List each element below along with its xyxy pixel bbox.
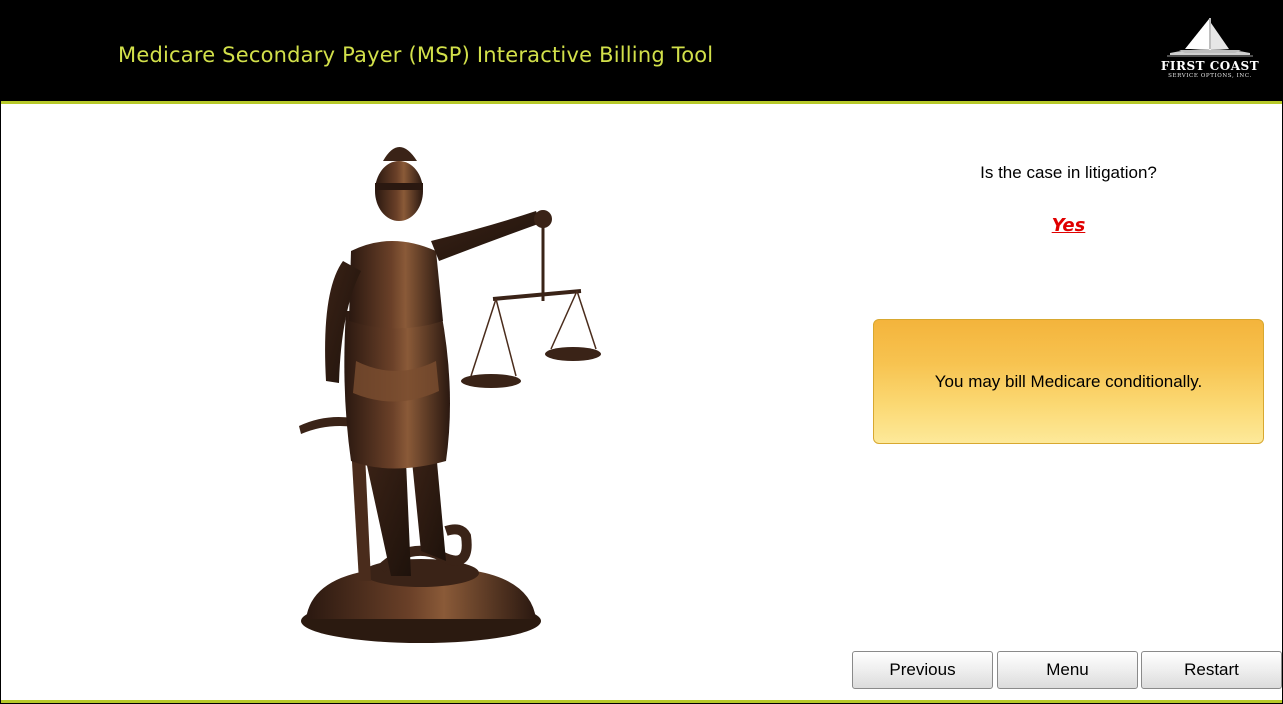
- page-title: Medicare Secondary Payer (MSP) Interacti…: [118, 43, 714, 67]
- footer-accent-line: [1, 700, 1282, 703]
- previous-button[interactable]: Previous: [852, 651, 993, 689]
- sailboat-icon: [1167, 18, 1253, 57]
- lady-justice-statue-image: [299, 147, 601, 643]
- app-window: Medicare Secondary Payer (MSP) Interacti…: [0, 0, 1283, 704]
- logo-name: FIRST COAST: [1160, 59, 1260, 73]
- result-box: You may bill Medicare conditionally.: [873, 319, 1264, 444]
- menu-button[interactable]: Menu: [997, 651, 1138, 689]
- restart-button[interactable]: Restart: [1141, 651, 1282, 689]
- answer-yes-link[interactable]: Yes: [869, 215, 1268, 236]
- result-text: You may bill Medicare conditionally.: [934, 371, 1203, 391]
- header-bar: Medicare Secondary Payer (MSP) Interacti…: [1, 1, 1282, 104]
- question-text: Is the case in litigation?: [980, 163, 1157, 182]
- first-coast-logo: FIRST COAST SERVICE OPTIONS, INC.: [1150, 17, 1270, 93]
- logo-subtitle: SERVICE OPTIONS, INC.: [1168, 73, 1252, 79]
